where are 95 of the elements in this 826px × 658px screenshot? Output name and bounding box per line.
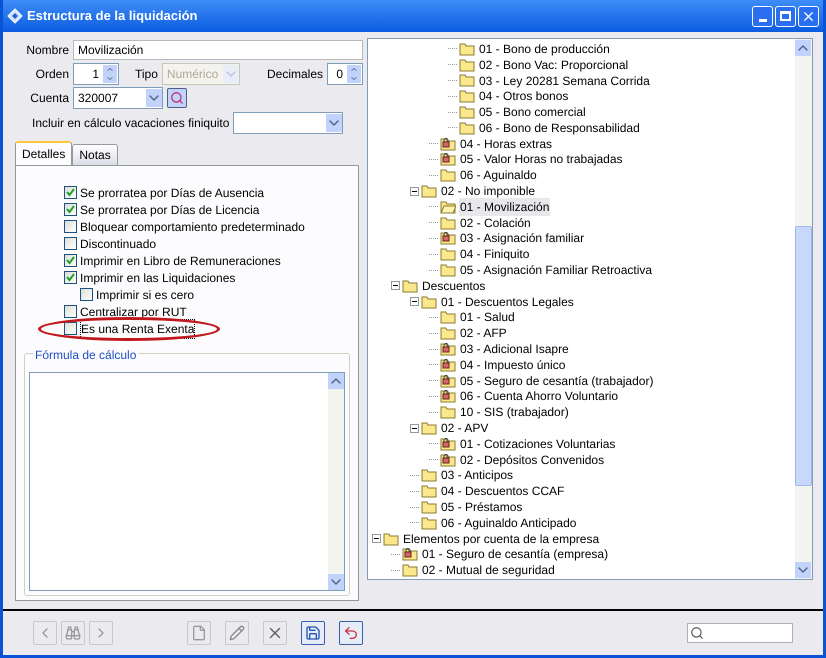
tree-item[interactable]: 05 - Asignación Familiar Retroactiva xyxy=(459,261,654,280)
scroll-up-icon xyxy=(328,373,344,389)
field-label: Orden xyxy=(34,66,69,83)
checkbox-label: Discontinuado xyxy=(80,236,156,252)
field-label: Cuenta xyxy=(29,90,69,107)
scroll-up-icon xyxy=(795,40,811,56)
tree-item[interactable]: 05 - Bono comercial xyxy=(478,103,587,122)
save-icon xyxy=(305,625,321,641)
checkbox-label: Bloquear comportamiento predeterminado xyxy=(80,218,305,236)
checkbox[interactable] xyxy=(64,305,77,318)
pencil-icon xyxy=(229,625,245,641)
tree-item[interactable]: 02 - AFP xyxy=(459,324,508,342)
tree-item[interactable]: 01 - Descuentos Legales xyxy=(440,292,575,311)
collapse-icon[interactable] xyxy=(391,281,400,290)
delete-button[interactable] xyxy=(263,621,287,645)
tree-item[interactable]: 06 - Aguinaldo Anticipado xyxy=(440,514,578,532)
tab[interactable]: Notas xyxy=(72,144,118,165)
search-icon xyxy=(690,626,704,640)
tree-item[interactable]: 04 - Otros bonos xyxy=(478,87,570,106)
tree-item[interactable]: 10 - SIS (trabajador) xyxy=(459,403,570,422)
tree-item[interactable]: 03 - Anticipos xyxy=(440,466,514,484)
tree-item[interactable]: 02 - Depósitos Convenidos xyxy=(459,450,606,469)
tree-item[interactable]: 01 - Seguro de cesantía (empresa) xyxy=(421,545,610,564)
document-icon xyxy=(191,625,207,641)
collapse-icon[interactable] xyxy=(372,534,381,544)
tree-item[interactable]: Descuentos xyxy=(421,276,486,295)
field-label: Tipo xyxy=(135,66,158,83)
edit-button[interactable] xyxy=(225,621,249,645)
window-title: Estructura de la liquidación xyxy=(27,7,198,26)
tree-item[interactable]: 03 - Adicional Isapre xyxy=(459,340,570,358)
binoculars-icon xyxy=(65,625,81,641)
checkbox[interactable] xyxy=(64,271,77,284)
save-button[interactable] xyxy=(301,621,325,645)
tree-item[interactable]: 01 - Bono de producción xyxy=(478,40,611,58)
tree-item[interactable]: 06 - Aguinaldo xyxy=(459,166,538,184)
tree-item[interactable]: 02 - Colación xyxy=(459,214,532,232)
cuenta-dropdown[interactable]: 320007 xyxy=(73,87,163,109)
close-button[interactable] xyxy=(798,6,819,26)
tree-item[interactable]: 03 - Asignación familiar xyxy=(459,229,586,248)
undo-button[interactable] xyxy=(339,621,363,645)
scroll-thumb[interactable] xyxy=(795,226,812,486)
tree-item[interactable]: 02 - APV xyxy=(440,419,490,438)
search-field[interactable] xyxy=(687,623,793,643)
tab[interactable]: Detalles xyxy=(15,141,72,165)
spinner-arrows-icon xyxy=(103,65,117,83)
tree-item[interactable]: 02 - Bono Vac: Proporcional xyxy=(478,56,630,74)
tree-item[interactable]: 01 - Cotizaciones Voluntarias xyxy=(459,434,616,453)
field-label: Incluir en cálculo vacaciones finiquito xyxy=(32,115,230,132)
tree-item[interactable]: 04 - Impuesto único xyxy=(459,356,566,374)
tree-item[interactable]: 02 - Mutual de seguridad xyxy=(421,561,556,579)
tree-item[interactable]: 02 - No imponible xyxy=(440,182,536,200)
tree-item[interactable]: 06 - Bono de Responsabilidad xyxy=(478,118,641,137)
app-logo-icon xyxy=(7,8,23,24)
tree-item[interactable]: 01 - Salud xyxy=(459,308,516,326)
checkbox-label: Centralizar por RUT xyxy=(80,304,187,320)
checkbox[interactable] xyxy=(64,186,77,199)
nombre-input[interactable]: Movilización xyxy=(73,40,363,60)
checkbox[interactable] xyxy=(64,322,77,335)
spinner-arrows-icon xyxy=(347,65,361,83)
scroll-down-icon xyxy=(328,574,344,590)
tree-item[interactable]: Elementos por cuenta de la empresa xyxy=(402,530,600,548)
checkbox[interactable] xyxy=(64,237,77,250)
checkbox[interactable] xyxy=(80,288,93,301)
checkbox-label: Es una Renta Exenta xyxy=(80,318,196,338)
field-label: Nombre xyxy=(25,42,69,59)
tree-item[interactable]: 01 - Movilización xyxy=(459,198,550,216)
collapse-icon[interactable] xyxy=(410,297,419,306)
minimize-button[interactable] xyxy=(752,6,773,26)
tree-item[interactable]: 04 - Horas extras xyxy=(459,134,554,153)
tree-item[interactable]: 06 - Cuenta Ahorro Voluntario xyxy=(459,387,620,406)
collapse-icon[interactable] xyxy=(410,424,419,433)
checkbox-label: Se prorratea por Días de Licencia xyxy=(80,202,260,218)
checkbox-label: Imprimir en las Liquidaciones xyxy=(80,270,236,286)
checkbox-label: Imprimir en Libro de Remuneraciones xyxy=(80,252,281,270)
collapse-icon[interactable] xyxy=(410,186,419,196)
magnifier-icon xyxy=(170,91,184,105)
tree-item[interactable]: 05 - Seguro de cesantía (trabajador) xyxy=(459,372,654,390)
checkbox[interactable] xyxy=(64,254,77,267)
maximize-button[interactable] xyxy=(775,6,796,26)
tree-item[interactable]: 05 - Préstamos xyxy=(440,498,524,516)
number-spinner[interactable]: 1 xyxy=(73,63,119,85)
incluir-dropdown[interactable] xyxy=(233,112,344,134)
tree-item[interactable]: 04 - Descuentos CCAF xyxy=(440,482,566,500)
search-button[interactable] xyxy=(167,88,187,108)
checkbox[interactable] xyxy=(64,220,77,233)
tree-item[interactable]: 04 - Finiquito xyxy=(459,245,530,264)
undo-icon xyxy=(343,625,359,641)
tree-item[interactable]: 03 - Ley 20281 Semana Corrida xyxy=(478,72,651,90)
checkbox[interactable] xyxy=(64,203,77,216)
number-spinner[interactable]: 0 xyxy=(327,63,363,85)
checkbox-label: Se prorratea por Días de Ausencia xyxy=(80,184,264,202)
field-label: Decimales xyxy=(266,66,323,83)
checkbox-label: Imprimir si es cero xyxy=(96,286,194,304)
tree-item[interactable]: 05 - Valor Horas no trabajadas xyxy=(459,150,624,168)
scroll-down-icon xyxy=(795,562,811,578)
